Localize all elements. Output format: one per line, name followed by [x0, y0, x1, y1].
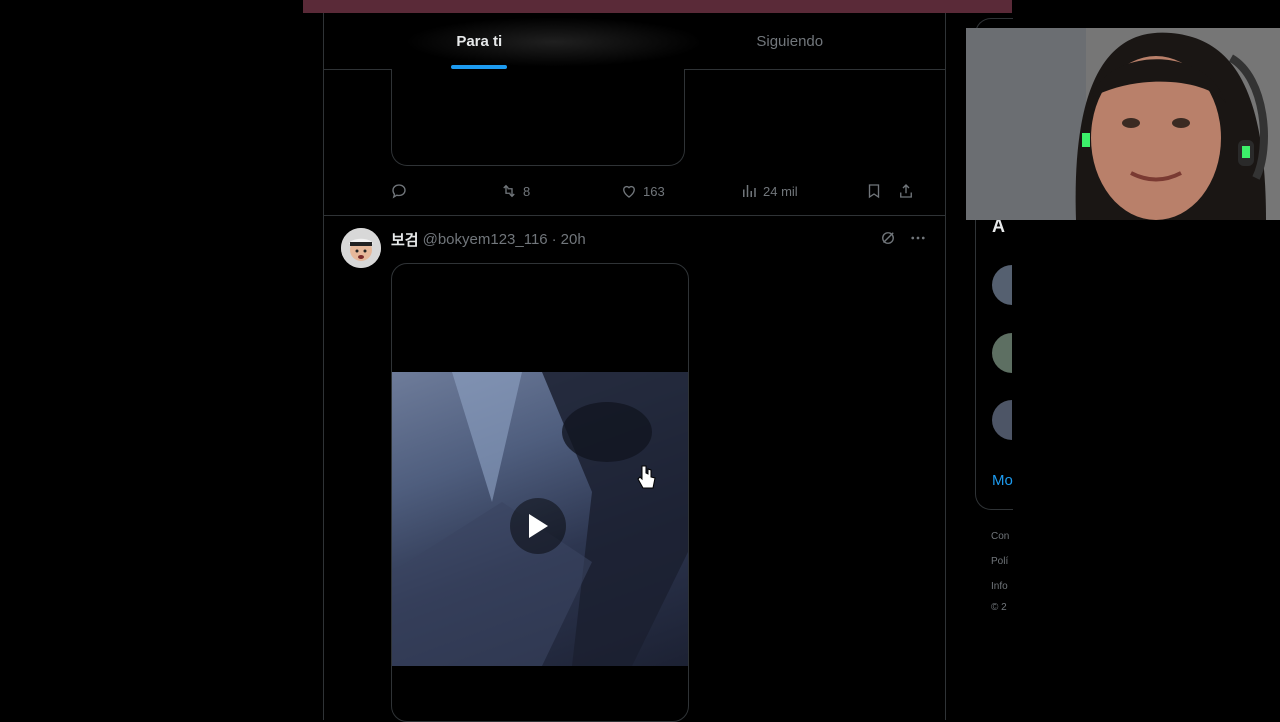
webcam-overlay: [966, 28, 1280, 220]
tweet-author-handle[interactable]: @bokyem123_116: [423, 231, 548, 248]
retweet-count: 8: [523, 183, 531, 199]
tweet-header: 보검 @bokyem123_116 · 20h: [391, 228, 586, 250]
tweet-header-icons: [879, 229, 927, 247]
share-button[interactable]: [897, 182, 921, 200]
tab-para-ti-label: Para ti: [456, 32, 503, 50]
retweet-icon: [503, 184, 515, 198]
grok-icon[interactable]: [879, 229, 897, 247]
more-icon[interactable]: [909, 229, 927, 247]
play-button[interactable]: [510, 498, 566, 554]
bookmark-button[interactable]: [865, 182, 897, 200]
avatar[interactable]: [341, 228, 381, 268]
tweet-time[interactable]: 20h: [561, 231, 586, 248]
webcam-image: [966, 28, 1280, 220]
tab-siguiendo[interactable]: Siguiendo: [635, 13, 946, 69]
like-icon: [623, 185, 635, 198]
reply-button[interactable]: [390, 182, 500, 200]
tab-siguiendo-label: Siguiendo: [756, 32, 824, 50]
footer-link-1[interactable]: Con: [991, 531, 1009, 542]
tweet-video-media[interactable]: [391, 263, 689, 722]
share-icon: [900, 184, 912, 198]
footer-link-4: © 2: [991, 602, 1007, 613]
previous-tweet-media[interactable]: [391, 69, 685, 166]
bookmark-icon: [868, 184, 880, 199]
timeline-feed: Para ti Siguiendo 8 163 24 mil 보검 @bokye…: [323, 13, 946, 722]
like-button[interactable]: 163: [620, 182, 740, 200]
views-button[interactable]: 24 mil: [740, 182, 865, 200]
video-thumbnail[interactable]: [392, 372, 688, 666]
footer-link-2[interactable]: Polí: [991, 556, 1008, 567]
tweet-divider: [324, 215, 945, 216]
timeline-tabs: Para ti Siguiendo: [324, 13, 945, 70]
footer-link-3[interactable]: Info: [991, 581, 1008, 592]
reply-icon: [392, 184, 406, 199]
avatar-image: [341, 228, 381, 268]
previous-tweet-actions: 8 163 24 mil: [390, 178, 930, 204]
tweet-author-name[interactable]: 보검: [391, 229, 419, 250]
play-icon: [529, 514, 548, 538]
tweet-separator: ·: [551, 230, 557, 248]
sidebar-show-more-link[interactable]: Mo: [992, 472, 1013, 489]
tab-para-ti[interactable]: Para ti: [324, 13, 635, 69]
views-icon: [743, 185, 756, 197]
views-count: 24 mil: [763, 183, 798, 199]
cursor-icon: [637, 465, 656, 489]
retweet-button[interactable]: 8: [500, 182, 620, 200]
like-count: 163: [643, 183, 665, 199]
top-band: [303, 0, 1012, 13]
